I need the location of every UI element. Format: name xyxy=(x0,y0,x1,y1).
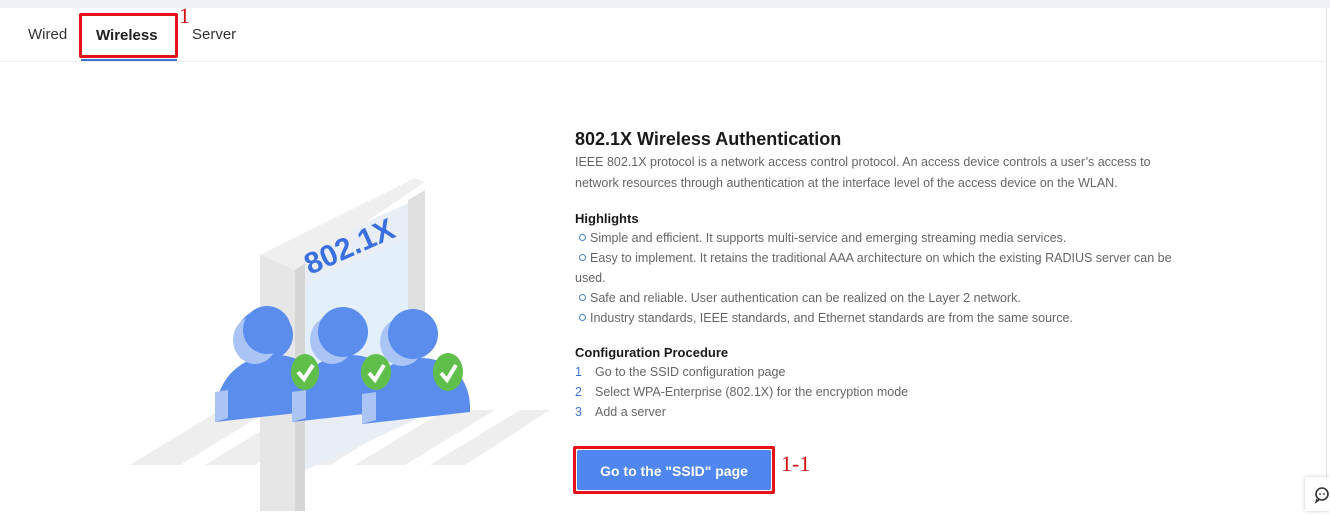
chat-support-button[interactable] xyxy=(1305,477,1330,511)
step-number: 3 xyxy=(575,405,582,419)
highlight-item: Simple and efficient. It supports multi-… xyxy=(575,228,1185,248)
step-text: Add a server xyxy=(595,405,666,419)
highlight-text: Industry standards, IEEE standards, and … xyxy=(590,311,1073,325)
bullet-icon xyxy=(579,234,586,242)
procedure-step: 3 Add a server xyxy=(575,402,1185,422)
feature-description: 802.1X Wireless Authentication IEEE 802.… xyxy=(575,128,1185,422)
procedure-steps: 1 Go to the SSID configuration page 2 Sele… xyxy=(575,362,1185,422)
scroll-edge xyxy=(1326,8,1327,511)
top-strip xyxy=(0,0,1330,8)
active-tab-indicator xyxy=(81,59,177,61)
authentication-illustration: 802.1X xyxy=(130,178,550,511)
tab-bar: Wired Wireless Server xyxy=(0,8,1326,62)
highlight-text: Easy to implement. It retains the tradit… xyxy=(590,251,1172,265)
procedure-heading: Configuration Procedure xyxy=(575,345,729,360)
tab-server[interactable]: Server xyxy=(192,26,236,43)
step-text: Select WPA-Enterprise (802.1X) for the e… xyxy=(595,385,909,399)
description-line: IEEE 802.1X protocol is a network access… xyxy=(575,155,1151,169)
highlight-text: Simple and efficient. It supports multi-… xyxy=(590,231,1067,245)
tab-wired[interactable]: Wired xyxy=(28,26,67,43)
page-title: 802.1X Wireless Authentication xyxy=(575,129,842,149)
highlights-heading: Highlights xyxy=(575,211,639,226)
highlight-text: Safe and reliable. User authentication c… xyxy=(590,291,1021,305)
step-number: 1 xyxy=(575,365,582,379)
procedure-step: 1 Go to the SSID configuration page xyxy=(575,362,1185,382)
description: IEEE 802.1X protocol is a network access… xyxy=(575,152,1185,194)
check-badge-1-icon xyxy=(291,354,319,390)
annotation-number-1-1: 1-1 xyxy=(781,451,811,476)
step-number: 2 xyxy=(575,385,582,399)
check-badge-3-icon xyxy=(433,353,463,391)
highlight-item: Easy to implement. It retains the tradit… xyxy=(575,248,1185,268)
bullet-icon xyxy=(579,294,586,302)
annotation-box-tab xyxy=(79,13,178,58)
check-badge-2-icon xyxy=(361,354,391,390)
annotation-box-button xyxy=(573,446,775,494)
highlights-list: Simple and efficient. It supports multi-… xyxy=(575,228,1185,328)
highlight-item: Industry standards, IEEE standards, and … xyxy=(575,308,1185,328)
bullet-icon xyxy=(579,254,586,262)
bullet-icon xyxy=(579,314,586,322)
annotation-number-1: 1 xyxy=(179,3,190,28)
description-line: network resources through authentication… xyxy=(575,176,1118,190)
highlight-item: Safe and reliable. User authentication c… xyxy=(575,288,1185,308)
chat-icon xyxy=(1314,487,1329,504)
highlight-text: used. xyxy=(575,271,606,285)
step-text: Go to the SSID configuration page xyxy=(595,365,786,379)
highlight-item-continued: used. xyxy=(575,268,1185,288)
procedure-step: 2 Select WPA-Enterprise (802.1X) for the … xyxy=(575,382,1185,402)
